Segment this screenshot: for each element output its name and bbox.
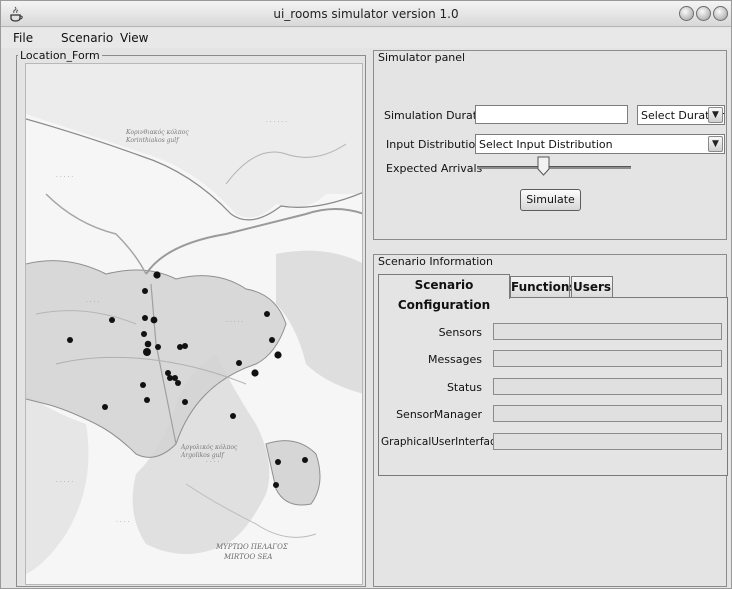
chevron-down-icon[interactable]: ▼ [708,136,723,152]
status-field[interactable] [493,378,722,395]
simulate-button[interactable]: Simulate [520,189,581,211]
menu-scenario[interactable]: Scenario [61,31,113,45]
input-distribution-dropdown[interactable]: Select Input Distribution ▼ [475,134,725,154]
sensor-marker[interactable] [236,360,242,366]
map-label-sea-1: ΜΥΡΤΩΟ ΠΕΛΑΓΟΣ [215,543,288,551]
sensor-marker[interactable] [264,311,270,317]
sensor-marker[interactable] [274,351,282,359]
sensor-marker[interactable] [141,331,147,337]
graphicaluserinterface-label: GraphicalUserInterface [381,436,503,448]
sensor-marker[interactable] [67,337,73,343]
slider-thumb[interactable] [537,156,550,176]
sensor-marker[interactable] [150,316,158,324]
simulation-duration-input[interactable] [475,105,628,124]
svg-text:· · · · · ·: · · · · · · [266,119,287,126]
select-duration-dropdown[interactable]: Select Duration ▼ [637,105,725,125]
sensor-marker[interactable] [143,348,151,356]
sensor-marker[interactable] [177,344,183,350]
sensor-marker[interactable] [142,288,148,294]
status-label: Status [446,381,482,394]
sensor-marker[interactable] [142,315,148,321]
sensor-marker[interactable] [140,382,146,388]
sensors-field[interactable] [493,323,722,340]
svg-text:· · · ·: · · · · [86,299,99,306]
messages-label: Messages [428,353,482,366]
messages-field[interactable] [493,350,722,367]
menu-file[interactable]: File [13,31,33,45]
map-label-gulf-top-1: Κορινθιακός κόλπος [125,129,189,136]
map-label-gulf-mid-1: Αργολικός κόλπος [180,444,238,451]
app-window: ui_rooms simulator version 1.0 File Scen… [0,0,732,589]
expected-arrivals-label: Expected Arrivals [386,162,483,175]
sensor-marker[interactable] [275,459,281,465]
sensormanager-field[interactable] [493,405,722,422]
svg-text:· · · · ·: · · · · · [56,174,73,181]
menu-view[interactable]: View [120,31,148,45]
title-bar[interactable]: ui_rooms simulator version 1.0 [1,1,731,27]
sensor-marker[interactable] [175,380,181,386]
map-label-gulf-mid-2: Argolikos gulf [180,452,225,459]
expected-arrivals-slider[interactable] [477,166,631,169]
sensor-marker[interactable] [102,404,108,410]
maximize-button[interactable] [696,6,711,21]
tab-functions[interactable]: Functions [510,276,577,298]
sensor-marker[interactable] [302,457,308,463]
close-button[interactable] [713,6,728,21]
sensor-marker[interactable] [144,340,152,348]
svg-text:· · · · ·: · · · · · [226,319,243,326]
input-distribution-value: Select Input Distribution [479,138,613,151]
sensor-marker[interactable] [153,271,161,279]
sensor-marker[interactable] [269,337,275,343]
sensors-label: Sensors [438,326,482,339]
map-canvas: · · · · · · · · · · · · · · · · · · · · … [26,64,362,574]
input-distribution-label: Input Distribution [386,138,483,151]
sensor-marker[interactable] [251,369,259,377]
window-title: ui_rooms simulator version 1.0 [273,7,459,21]
tab-users[interactable]: Users [571,276,613,298]
svg-text:· · · · ·: · · · · · [56,479,73,486]
sensor-marker[interactable] [182,343,188,349]
sensor-marker[interactable] [182,399,188,405]
svg-text:· · · ·: · · · · [116,519,129,526]
minimize-button[interactable] [679,6,694,21]
location-map[interactable]: · · · · · · · · · · · · · · · · · · · · … [25,63,363,585]
tab-scenario-configuration[interactable]: Scenario Configuration [378,274,510,312]
svg-text:· · · ·: · · · · [206,459,219,466]
map-label-sea-2: MIRTOO SEA [223,553,272,561]
sensor-marker[interactable] [109,317,115,323]
graphicaluserinterface-field[interactable] [493,433,722,450]
menu-bar: File Scenario View [1,28,731,48]
sensor-marker[interactable] [172,375,178,381]
map-label-gulf-top-2: Korinthiakos gulf [125,137,180,144]
sensor-marker[interactable] [273,482,279,488]
location-form-legend: Location_Form [18,49,102,62]
sensormanager-label: SensorManager [396,408,482,421]
sensor-marker[interactable] [155,344,161,350]
simulator-panel-legend: Simulator panel [376,51,468,64]
chevron-down-icon[interactable]: ▼ [708,107,723,123]
sensor-marker[interactable] [230,413,236,419]
sensor-marker[interactable] [144,397,150,403]
scenario-information-legend: Scenario Information [376,255,495,268]
